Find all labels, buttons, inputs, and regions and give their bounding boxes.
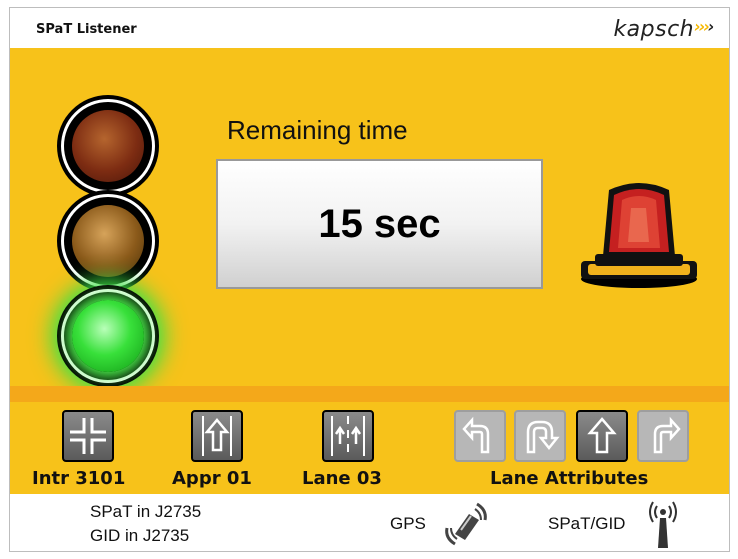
intersection-label: Intr 3101 xyxy=(32,468,126,489)
title-bar: SPaT Listener kapsch›››› xyxy=(10,8,729,48)
spat-format-text: SPaT in J2735 xyxy=(90,502,202,521)
brand-chevron-icon: ››› xyxy=(694,17,710,36)
app-title: SPaT Listener xyxy=(36,22,137,37)
gps-label: GPS xyxy=(390,514,426,533)
straight-arrow-icon[interactable] xyxy=(576,410,628,462)
red-lens xyxy=(72,110,144,182)
divider-band xyxy=(10,386,729,402)
rotating-beacon-icon xyxy=(576,170,702,290)
gid-format-text: GID in J2735 xyxy=(90,526,190,545)
spat-gid-label: SPaT/GID xyxy=(548,514,626,533)
traffic-light-icon xyxy=(61,99,161,391)
amber-lens xyxy=(72,205,144,277)
antenna-icon xyxy=(646,500,680,550)
green-lamp xyxy=(61,289,155,383)
lane-info-panel: Intr 3101 Appr 01 Lane 03 Lane Attribute… xyxy=(10,402,729,494)
remaining-time-display: 15 sec xyxy=(216,159,543,289)
lane-icon[interactable] xyxy=(322,410,374,462)
turn-right-arrow-icon[interactable] xyxy=(637,410,689,462)
brand-logo: kapsch›››› xyxy=(613,17,715,42)
lane-label: Lane 03 xyxy=(302,468,382,489)
turn-left-arrow-icon[interactable] xyxy=(454,410,506,462)
brand-arrow-icon: › xyxy=(707,17,715,36)
gps-icon xyxy=(441,500,491,548)
remaining-time-value: 15 sec xyxy=(318,201,441,246)
app-window: SPaT Listener kapsch›››› Remaining time … xyxy=(9,7,730,552)
amber-lamp xyxy=(61,194,155,288)
red-lamp xyxy=(61,99,155,193)
status-bar: SPaT in J2735 GID in J2735 GPS SPaT/GID xyxy=(10,494,729,551)
brand-name: kapsch xyxy=(613,17,695,42)
approach-label: Appr 01 xyxy=(172,468,252,489)
approach-icon[interactable] xyxy=(191,410,243,462)
u-turn-arrow-icon[interactable] xyxy=(514,410,566,462)
remaining-time-label: Remaining time xyxy=(227,115,408,145)
lane-attributes-title: Lane Attributes xyxy=(490,468,649,489)
main-panel: Remaining time 15 sec xyxy=(10,48,729,386)
intersection-icon[interactable] xyxy=(62,410,114,462)
green-lens xyxy=(72,300,144,372)
